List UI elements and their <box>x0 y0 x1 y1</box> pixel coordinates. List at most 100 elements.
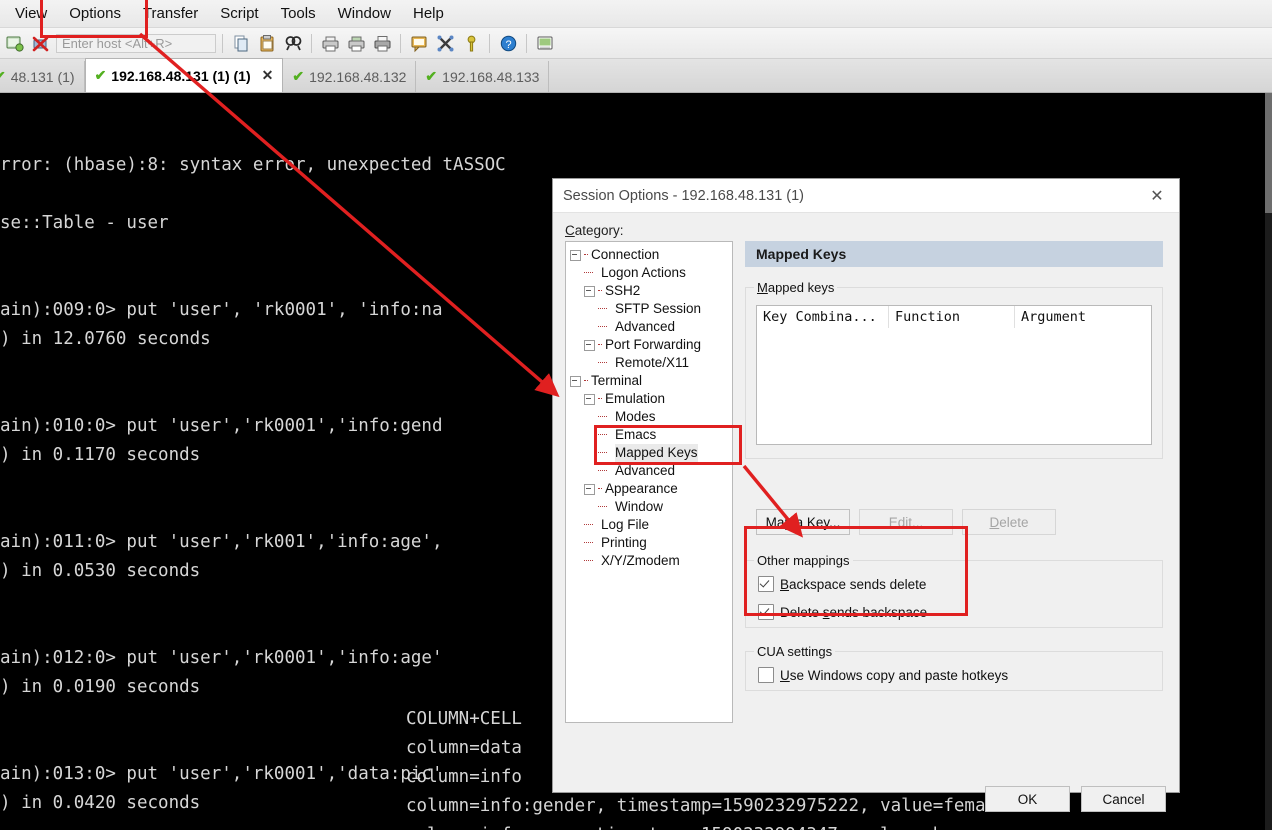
checkbox-box[interactable] <box>758 604 774 620</box>
checkbox-backspace-sends-delete[interactable]: Backspace sends delete <box>758 576 926 592</box>
checkbox-label: Delete sends backspace <box>780 604 928 620</box>
connected-check-icon: ✔ <box>425 68 438 84</box>
checkbox-box[interactable] <box>758 667 774 683</box>
tree-item-sftp-session[interactable]: SFTP Session <box>566 300 732 318</box>
session-tab[interactable]: ✔ 192.168.48.133 <box>416 61 550 92</box>
session-tab[interactable]: ✔ 192.168.48.131 (1) (1) ✕ <box>84 58 284 92</box>
chat-window-icon[interactable] <box>407 31 431 55</box>
tree-item-advanced[interactable]: Advanced <box>566 462 732 480</box>
session-tab-label: 48.131 (1) <box>10 68 75 85</box>
tree-connector <box>584 380 588 382</box>
tree-item-advanced[interactable]: Advanced <box>566 318 732 336</box>
tree-item-window[interactable]: Window <box>566 498 732 516</box>
terminal-scrollbar[interactable] <box>1265 93 1272 830</box>
column-header-argument[interactable]: Argument <box>1015 306 1151 328</box>
tree-item-x-y-zmodem[interactable]: X/Y/Zmodem <box>566 552 732 570</box>
new-session-icon[interactable] <box>2 31 26 55</box>
paste-icon[interactable] <box>255 31 279 55</box>
tree-item-connection[interactable]: Connection <box>566 246 732 264</box>
tree-connector <box>598 308 607 310</box>
settings-icon[interactable] <box>433 31 457 55</box>
tree-item-modes[interactable]: Modes <box>566 408 732 426</box>
category-tree[interactable]: Connection Logon Actions SSH2 SFTP Session A… <box>565 241 733 723</box>
tree-item-log-file[interactable]: Log File <box>566 516 732 534</box>
cancel-button[interactable]: Cancel <box>1081 786 1166 812</box>
copy-icon[interactable] <box>229 31 253 55</box>
tree-connector <box>598 290 602 292</box>
tree-item-logon-actions[interactable]: Logon Actions <box>566 264 732 282</box>
column-header-key-combination[interactable]: Key Combina... <box>757 306 889 328</box>
checkbox-use-windows-copy-paste-hotkeys[interactable]: Use Windows copy and paste hotkeys <box>758 667 1008 683</box>
close-tab-icon[interactable]: ✕ <box>262 67 274 84</box>
menu-item-window[interactable]: Window <box>327 2 402 25</box>
session-tab-label: 192.168.48.131 (1) (1) <box>111 67 251 84</box>
tree-item-port-forwarding[interactable]: Port Forwarding <box>566 336 732 354</box>
file-transfer-icon[interactable] <box>533 31 557 55</box>
map-a-key-button[interactable]: Map a Key... <box>756 509 850 535</box>
help-icon[interactable]: ? <box>496 31 520 55</box>
tree-item-label: Connection <box>591 247 660 262</box>
session-options-dialog: Session Options - 192.168.48.131 (1) ✕ C… <box>552 178 1180 812</box>
session-tab[interactable]: ✔48.131 (1) <box>0 61 85 92</box>
terminal-line: column=info:gender, timestamp=1590232975… <box>406 796 1007 816</box>
tree-collapse-icon[interactable] <box>584 483 595 495</box>
tree-item-label: Emulation <box>605 391 666 406</box>
column-header-function[interactable]: Function <box>889 306 1015 328</box>
menu-item-script[interactable]: Script <box>209 2 269 25</box>
tree-item-emulation[interactable]: Emulation <box>566 390 732 408</box>
dialog-title-bar: Session Options - 192.168.48.131 (1) ✕ <box>553 179 1179 213</box>
tree-item-printing[interactable]: Printing <box>566 534 732 552</box>
tree-item-appearance[interactable]: Appearance <box>566 480 732 498</box>
tree-item-remote-x11[interactable]: Remote/X11 <box>566 354 732 372</box>
tree-collapse-icon[interactable] <box>584 285 595 297</box>
find-icon[interactable] <box>281 31 305 55</box>
menu-item-tools[interactable]: Tools <box>270 2 327 25</box>
print-screen-icon[interactable] <box>318 31 342 55</box>
tree-connector <box>598 452 607 454</box>
session-tab[interactable]: ✔ 192.168.48.132 <box>283 61 417 92</box>
tree-connector <box>584 542 593 544</box>
tree-collapse-icon[interactable] <box>570 375 581 387</box>
tree-item-label: X/Y/Zmodem <box>601 553 680 568</box>
tree-collapse-icon[interactable] <box>584 393 595 405</box>
svg-text:?: ? <box>505 39 511 51</box>
menu-item-options[interactable]: Options <box>58 2 132 25</box>
key-icon[interactable] <box>459 31 483 55</box>
mapped-keys-list-header: Key Combina... Function Argument <box>757 306 1151 328</box>
tree-collapse-icon[interactable] <box>584 339 595 351</box>
tree-item-label: Port Forwarding <box>605 337 702 352</box>
tree-connector <box>584 524 593 526</box>
tree-item-terminal[interactable]: Terminal <box>566 372 732 390</box>
tree-connector <box>598 416 607 418</box>
tree-connector <box>584 254 588 256</box>
tree-connector <box>598 506 607 508</box>
print-icon[interactable] <box>370 31 394 55</box>
menu-item-help[interactable]: Help <box>402 2 455 25</box>
close-icon[interactable]: ✕ <box>1135 179 1179 212</box>
checkbox-delete-sends-backspace[interactable]: Delete sends backspace <box>758 604 927 620</box>
disconnect-icon[interactable] <box>28 31 52 55</box>
connected-check-icon: ✔ <box>94 67 107 83</box>
tree-collapse-icon[interactable] <box>570 249 581 261</box>
menu-item-transfer[interactable]: Transfer <box>132 2 209 25</box>
connected-check-icon: ✔ <box>0 68 6 85</box>
checkbox-box[interactable] <box>758 576 774 592</box>
tree-item-mapped-keys[interactable]: Mapped Keys <box>566 444 732 462</box>
delete-button: Delete <box>962 509 1056 535</box>
tree-item-label: Logon Actions <box>601 265 686 280</box>
tree-item-emacs[interactable]: Emacs <box>566 426 732 444</box>
tree-item-label: Mapped Keys <box>615 444 698 462</box>
menu-item-view[interactable]: View <box>4 2 58 25</box>
terminal-scrollbar-thumb[interactable] <box>1265 93 1272 213</box>
tree-connector <box>584 560 593 562</box>
tree-item-ssh2[interactable]: SSH2 <box>566 282 732 300</box>
checkbox-label: Backspace sends delete <box>780 576 927 592</box>
log-session-icon[interactable] <box>344 31 368 55</box>
tree-item-label: Window <box>615 499 664 514</box>
host-input[interactable]: Enter host <Alt+R> <box>56 33 216 53</box>
ok-button[interactable]: OK <box>985 786 1070 812</box>
toolbar-divider <box>222 33 223 53</box>
mapped-keys-group-title: Mapped keys <box>754 280 838 295</box>
connected-check-icon: ✔ <box>292 68 305 84</box>
mapped-keys-list[interactable]: Key Combina... Function Argument <box>756 305 1152 445</box>
